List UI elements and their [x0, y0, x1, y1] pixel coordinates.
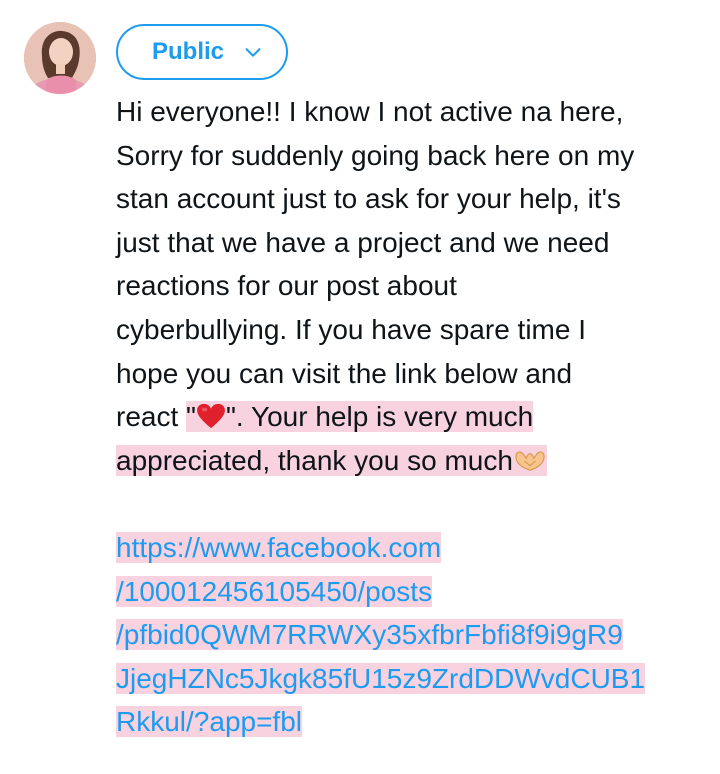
text-line: stan account just to ask for your help, … [116, 183, 621, 215]
link-line: JjegHZNc5Jkgk85fU15z9ZrdDDWvdCUB1 [116, 657, 706, 701]
highlighted-text: appreciated, thank you so much [116, 444, 547, 476]
text-line-8: react " ". Your help is very much [116, 395, 706, 439]
red-heart-emoji-icon [197, 404, 225, 429]
link-line: /pfbid0QWM7RRWXy35xfbrFbfi8f9i9gR9 [116, 613, 706, 657]
text-line: reactions for our post about [116, 270, 457, 302]
facebook-link-part[interactable]: /pfbid0QWM7RRWXy35xfbrFbfi8f9i9gR9 [116, 619, 623, 651]
text-line: hope you can visit the link below and [116, 357, 573, 389]
avatar[interactable] [24, 22, 96, 94]
appreciation-text: appreciated, thank you so much [116, 444, 513, 476]
tweet-text-editor[interactable]: Hi everyone!! I know I not active na her… [116, 90, 706, 744]
text-line: just that we have a project and we need [116, 226, 610, 258]
audience-label: Public [151, 38, 224, 65]
quote-open: " [186, 401, 196, 433]
text-segment: react [116, 401, 187, 433]
facebook-link-part[interactable]: https://www.facebook.com [116, 531, 442, 563]
text-line: cyberbullying. If you have spare time I [116, 313, 587, 345]
facebook-link-part[interactable]: JjegHZNc5Jkgk85fU15z9ZrdDDWvdCUB1 [116, 662, 646, 694]
text-line-9: appreciated, thank you so much [116, 439, 706, 483]
heart-hands-emoji-icon [515, 451, 545, 471]
link-line: /100012456105450/posts [116, 570, 706, 614]
text-line: Hi everyone!! I know I not active na her… [116, 96, 624, 127]
facebook-link-part[interactable]: /100012456105450/posts [116, 575, 433, 607]
text-line: Sorry for suddenly going back here on my [116, 139, 635, 171]
link-line: Rkkul/?app=fbl [116, 700, 706, 744]
highlighted-text: " ". Your help is very much [186, 401, 534, 433]
quote-close-and-text: ". Your help is very much [225, 401, 534, 433]
avatar-image [24, 22, 96, 94]
link-line: https://www.facebook.com [116, 526, 706, 570]
facebook-link-part[interactable]: Rkkul/?app=fbl [116, 706, 303, 738]
chevron-down-icon [245, 48, 261, 57]
audience-selector-button[interactable]: Public [116, 24, 288, 80]
